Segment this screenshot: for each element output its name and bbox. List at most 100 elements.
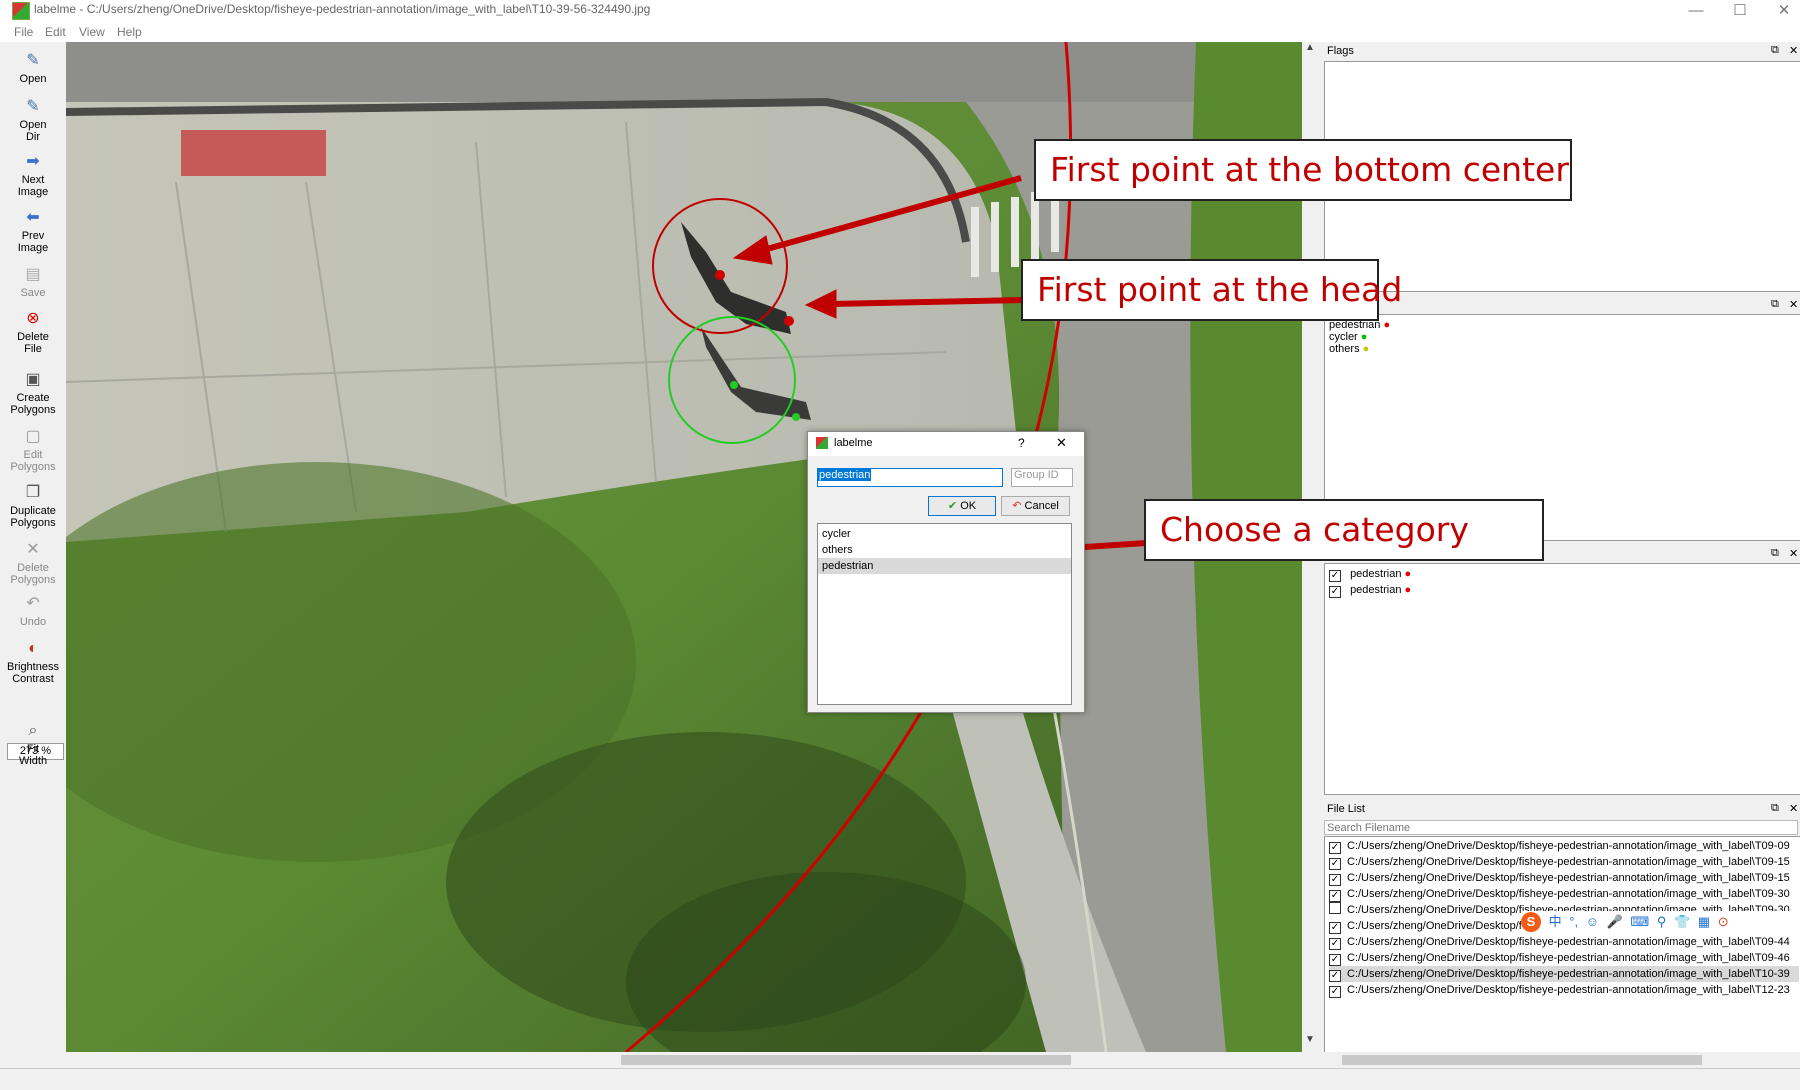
tool-label: Delete File — [17, 331, 49, 355]
label-input[interactable]: pedestrian — [817, 468, 1003, 487]
window-title: labelme - C:/Users/zheng/OneDrive/Deskto… — [34, 2, 651, 16]
ime-chinese-icon[interactable]: 中 — [1549, 914, 1562, 929]
edit-polygons-button[interactable]: ▢ Edit Polygons — [0, 428, 66, 473]
dock-float-icon[interactable]: ⧉ — [1771, 44, 1779, 57]
delete-file-icon: ⊗ — [26, 310, 40, 327]
tool-label: Delete Polygons — [10, 562, 56, 586]
tool-label: Save — [20, 287, 46, 299]
menu-file[interactable]: File — [14, 25, 33, 39]
brightness-contrast-button[interactable]: ◐ Brightness Contrast — [0, 640, 66, 685]
app-icon — [816, 437, 828, 449]
cancel-icon: ↶ — [1012, 500, 1022, 512]
label-choice-list: cycler others pedestrian — [817, 523, 1072, 705]
callout-bottom-center: First point at the bottom center — [1034, 139, 1572, 201]
checkbox-checked-icon[interactable]: ✓ — [1329, 970, 1341, 982]
dock-float-icon[interactable]: ⧉ — [1771, 547, 1779, 560]
checkbox-checked-icon[interactable]: ✓ — [1329, 874, 1341, 886]
create-polygons-button[interactable]: ▣ Create Polygons — [0, 371, 66, 416]
duplicate-polygons-button[interactable]: ❐ Duplicate Polygons — [0, 484, 66, 529]
file-list-item[interactable]: ✓ C:/Users/zheng/OneDrive/Desktop/fisheye… — [1329, 934, 1799, 950]
save-button[interactable]: ▤ Save — [0, 266, 66, 299]
label-list-item[interactable]: others ● — [1329, 343, 1369, 355]
checkbox-checked-icon[interactable]: ✓ — [1329, 986, 1341, 998]
ok-button[interactable]: ✔ OK — [928, 496, 996, 516]
close-window-button[interactable]: ✕ — [1764, 0, 1800, 24]
ime-logo-icon: S — [1521, 912, 1541, 932]
checkbox-checked-icon[interactable]: ✓ — [1329, 954, 1341, 966]
scroll-down-icon[interactable]: ▼ — [1305, 1034, 1315, 1045]
checkbox-checked-icon[interactable]: ✓ — [1329, 890, 1341, 902]
ime-voice-icon[interactable]: 🎤 — [1607, 914, 1623, 929]
dock-close-icon[interactable]: ✕ — [1789, 547, 1798, 560]
file-search-input[interactable] — [1324, 820, 1798, 835]
undo-icon: ↶ — [26, 595, 40, 612]
undo-button[interactable]: ↶ Undo — [0, 595, 66, 628]
checkbox-checked-icon[interactable]: ✓ — [1329, 586, 1341, 598]
folder-icon: ✎ — [26, 52, 40, 69]
polygon-label-name: pedestrian — [1350, 568, 1402, 580]
ime-emoji-icon[interactable]: ☺ — [1586, 914, 1599, 929]
checkbox-checked-icon[interactable]: ✓ — [1329, 938, 1341, 950]
dock-float-icon[interactable]: ⧉ — [1771, 802, 1779, 815]
open-button[interactable]: ✎ Open — [0, 52, 66, 85]
menu-view[interactable]: View — [79, 25, 105, 39]
label-input-value: pedestrian — [818, 469, 872, 481]
file-list-item-selected[interactable]: ✓ C:/Users/zheng/OneDrive/Desktop/fisheye… — [1329, 966, 1799, 982]
prev-image-button[interactable]: ⬅ Prev Image — [0, 209, 66, 254]
file-list-item[interactable]: ✓ C:/Users/zheng/OneDrive/Desktop/fisheye… — [1329, 854, 1799, 870]
file-list-item[interactable]: ✓ C:/Users/zheng/OneDrive/Desktop/fisheye… — [1329, 950, 1799, 966]
file-list-item[interactable]: ✓ C:/Users/zheng/OneDrive/Desktop/fisheye… — [1329, 838, 1799, 854]
file-list-item[interactable]: ✓ C:/Users/zheng/OneDrive/Desktop/fisheye… — [1329, 870, 1799, 886]
checkbox-checked-icon[interactable]: ✓ — [1329, 858, 1341, 870]
label-list-item[interactable]: cycler ● — [1329, 331, 1367, 343]
close-icon[interactable]: ✕ — [1056, 435, 1067, 451]
menu-help[interactable]: Help — [117, 25, 142, 39]
file-path: C:/Users/zheng/OneDrive/Desktop/fisheye-… — [1347, 984, 1790, 996]
minimize-button[interactable]: — — [1676, 0, 1716, 24]
file-list-item[interactable]: ✓ C:/Users/zheng/OneDrive/Desktop/fisheye… — [1329, 982, 1799, 998]
duplicate-polygon-icon: ❐ — [25, 484, 41, 501]
label-choice-item[interactable]: cycler — [818, 526, 1071, 542]
ok-label: OK — [960, 500, 977, 512]
file-list-dock-title: File List — [1327, 803, 1365, 815]
file-list-horizontal-scrollbar[interactable] — [1324, 1052, 1800, 1068]
label-choice-item[interactable]: others — [818, 542, 1071, 558]
delete-polygons-button[interactable]: ✕ Delete Polygons — [0, 541, 66, 586]
menu-bar: File Edit View Help — [0, 24, 1800, 42]
cancel-button[interactable]: ↶ Cancel — [1001, 496, 1070, 516]
ime-user-icon[interactable]: ⚲ — [1657, 914, 1667, 929]
dock-close-icon[interactable]: ✕ — [1789, 298, 1798, 311]
ime-skin-icon[interactable]: 👕 — [1674, 914, 1690, 929]
tool-label: Fit Width — [18, 743, 48, 767]
delete-file-button[interactable]: ⊗ Delete File — [0, 310, 66, 355]
group-id-input[interactable]: Group ID — [1011, 468, 1073, 487]
next-image-button[interactable]: ➡ Next Image — [0, 153, 66, 198]
open-dir-button[interactable]: ✎ Open Dir — [0, 98, 66, 143]
zoom-fit-icon: ⌕ — [28, 722, 38, 739]
ime-apps-icon[interactable]: ▦ — [1698, 914, 1710, 929]
fit-width-button[interactable]: ⌕ Fit Width — [0, 722, 66, 767]
checkbox-checked-icon[interactable]: ✓ — [1329, 922, 1341, 934]
maximize-button[interactable]: ☐ — [1720, 0, 1760, 24]
checkbox-unchecked-icon[interactable] — [1329, 902, 1341, 914]
toolbar: ✎ Open ✎ Open Dir ➡ Next Image ⬅ Prev Im… — [0, 42, 66, 1064]
label-choice-item-selected[interactable]: pedestrian — [818, 558, 1071, 574]
scroll-up-icon[interactable]: ▲ — [1305, 42, 1315, 53]
dock-close-icon[interactable]: ✕ — [1789, 44, 1798, 57]
ime-punctuation-icon[interactable]: °, — [1569, 914, 1578, 929]
file-list-item[interactable]: ✓ C:/Users/zheng/OneDrive/Desktop/fisheye… — [1329, 886, 1799, 902]
polygon-label-item[interactable]: ✓ pedestrian ● — [1329, 568, 1411, 582]
dock-float-icon[interactable]: ⧉ — [1771, 298, 1779, 311]
checkbox-checked-icon[interactable]: ✓ — [1329, 842, 1341, 854]
scroll-thumb[interactable] — [1342, 1055, 1702, 1065]
ime-toolbar[interactable]: S 中 °, ☺ 🎤 ⌨ ⚲ 👕 ▦ ⊙ — [1521, 911, 1800, 933]
polygon-label-item[interactable]: ✓ pedestrian ● — [1329, 584, 1411, 598]
ime-keyboard-icon[interactable]: ⌨ — [1630, 914, 1649, 929]
dock-close-icon[interactable]: ✕ — [1789, 802, 1798, 815]
menu-edit[interactable]: Edit — [45, 25, 66, 39]
ime-extra-icon[interactable]: ⊙ — [1718, 914, 1729, 929]
help-icon[interactable]: ? — [1018, 436, 1025, 450]
canvas-horizontal-scrollbar[interactable] — [66, 1052, 1318, 1068]
checkbox-checked-icon[interactable]: ✓ — [1329, 570, 1341, 582]
scroll-thumb[interactable] — [621, 1055, 1071, 1065]
